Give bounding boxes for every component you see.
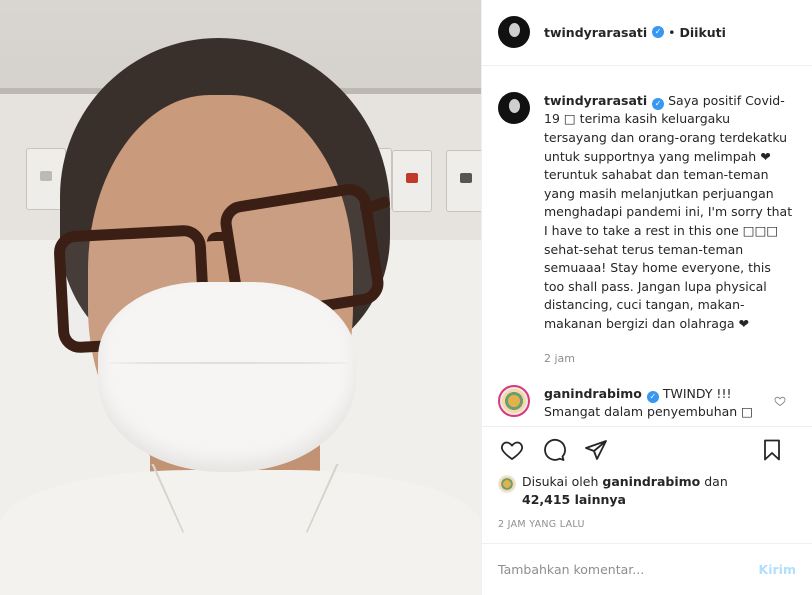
share-icon[interactable] (582, 436, 610, 464)
post-age[interactable]: 2 JAM YANG LALU (482, 515, 812, 543)
bookmark-icon[interactable] (758, 436, 786, 464)
comment-like-heart-icon[interactable] (774, 395, 786, 407)
follow-button[interactable]: Diikuti (680, 25, 726, 40)
comment: ganindrabimo ✓ TWINDY !!! Smangat dalam p… (544, 385, 764, 422)
glasses-bridge (207, 232, 233, 248)
likes-text: Disukai oleh ganindrabimo dan 42,415 lai… (522, 473, 728, 509)
likes-prefix: Disukai oleh (522, 474, 599, 490)
comment-username[interactable]: ganindrabimo (544, 386, 642, 401)
liker-username[interactable]: ganindrabimo (602, 474, 700, 489)
post-header: twindyrarasati ✓ • Diikuti (482, 0, 812, 66)
caption-username[interactable]: twindyrarasati (544, 93, 647, 108)
comment-avatar[interactable] (498, 384, 530, 417)
face-mask (98, 282, 356, 472)
post-comment-button[interactable]: Kirim (759, 562, 796, 577)
wall-outlet (446, 150, 481, 212)
caption-row: twindyrarasati ✓ Saya positif Covid-19 □ … (498, 91, 796, 334)
liker-avatar[interactable] (498, 475, 516, 494)
header-username[interactable]: twindyrarasati (544, 25, 647, 40)
face-mask-fold (108, 362, 348, 364)
heart-icon[interactable] (498, 436, 526, 464)
comment-line2: Smangat dalam penyembuhan □ (544, 404, 753, 420)
comment-icon[interactable] (540, 436, 568, 464)
add-comment-bar: Kirim (482, 543, 812, 595)
caption-avatar[interactable] (498, 91, 530, 124)
comments-list[interactable]: twindyrarasati ✓ Saya positif Covid-19 □ … (482, 66, 812, 428)
shirt-collar (151, 463, 339, 533)
likes-middle: dan (704, 474, 728, 490)
caption-text: Saya positif Covid-19 □ terima kasih kel… (544, 92, 793, 332)
comment-line1: TWINDY !!! (662, 385, 732, 401)
caption-time[interactable]: 2 jam (544, 352, 796, 365)
wall-outlet (392, 150, 432, 212)
caption: twindyrarasati ✓ Saya positif Covid-19 □ … (544, 92, 794, 334)
verified-badge-icon: ✓ (652, 26, 665, 39)
verified-badge-icon: ✓ (646, 390, 659, 403)
header-separator: • (668, 24, 676, 40)
likes-count[interactable]: 42,415 lainnya (522, 492, 626, 507)
likes-summary: Disukai oleh ganindrabimo dan 42,415 lai… (482, 473, 812, 515)
action-bar (482, 427, 812, 473)
post-sidebar: twindyrarasati ✓ • Diikuti twindyrarasat… (481, 0, 812, 595)
avatar[interactable] (498, 16, 530, 49)
post-photo[interactable] (0, 0, 481, 595)
post-view: twindyrarasati ✓ • Diikuti twindyrarasat… (0, 0, 812, 595)
comment-row: ganindrabimo ✓ TWINDY !!! Smangat dalam p… (498, 384, 796, 422)
verified-badge-icon: ✓ (652, 97, 665, 110)
comment-input[interactable] (498, 562, 759, 578)
